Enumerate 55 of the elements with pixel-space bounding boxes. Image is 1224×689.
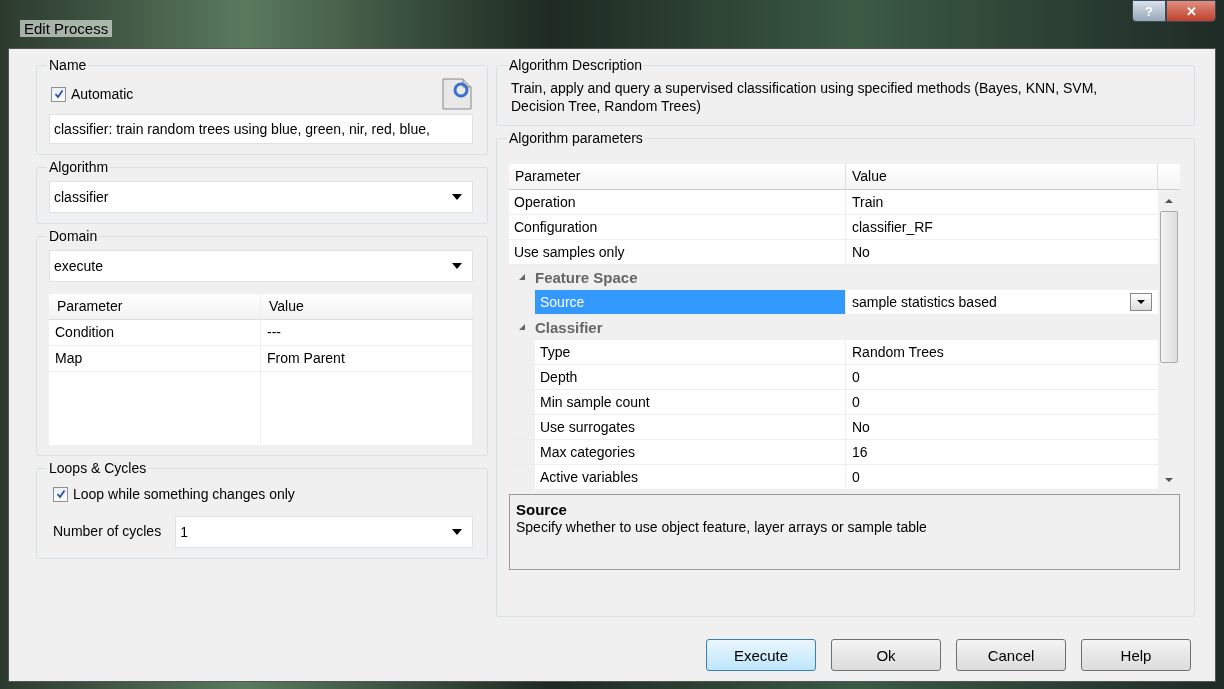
dialog-button[interactable]: Cancel (956, 639, 1066, 671)
column-header[interactable]: Parameter (49, 294, 261, 319)
checkbox-label: Automatic (71, 86, 134, 102)
parameter-name[interactable]: Depth (535, 365, 846, 389)
name-field[interactable]: classifier: train random trees using blue, green, nir, red, blue, (49, 114, 473, 144)
group-label: Algorithm (48, 159, 110, 175)
parameter-value[interactable]: 0 (846, 390, 1158, 414)
group-label: Domain (48, 228, 99, 244)
parameter-value[interactable]: Random Trees (846, 340, 1158, 364)
parameter-name[interactable]: Operation (509, 190, 846, 214)
help-title: Source (516, 501, 568, 518)
field-label: Number of cycles (53, 523, 162, 539)
parameter-value[interactable]: No (846, 240, 1158, 264)
parameter-name[interactable]: Active variables (535, 465, 846, 489)
table-cell: --- (261, 320, 473, 345)
checkbox[interactable] (51, 86, 66, 102)
category-label[interactable]: Classifier (535, 318, 603, 336)
document-refresh-icon[interactable] (441, 77, 473, 111)
parameter-name[interactable]: Use samples only (509, 240, 846, 264)
parameter-value[interactable]: 0 (846, 365, 1158, 389)
parameter-value[interactable]: 16 (846, 440, 1158, 464)
category-label[interactable]: Feature Space (535, 268, 638, 286)
description-text: Train, apply and query a supervised classification using specified methods (Bayes, KNN, SVM, Decision Tree, Random Trees) (511, 79, 1099, 115)
help-text: Specify whether to use object feature, layer arrays or sample table (516, 519, 928, 535)
parameter-value[interactable]: Train (846, 190, 1158, 214)
column-header[interactable]: Value (846, 164, 1158, 189)
group-label: Algorithm Description (508, 57, 644, 73)
parameter-name[interactable]: Configuration (509, 215, 846, 239)
dialog-button[interactable]: Help (1081, 639, 1191, 671)
parameter-name[interactable]: Min sample count (535, 390, 846, 414)
parameter-name[interactable]: Max categories (535, 440, 846, 464)
parameter-name[interactable]: Use surrogates (535, 415, 846, 439)
checkbox[interactable] (53, 486, 68, 502)
domain-dropdown[interactable]: execute (49, 250, 473, 282)
checkbox-label: Loop while something changes only (73, 486, 295, 502)
cycles-dropdown[interactable]: 1 (175, 516, 473, 548)
dropdown-button[interactable] (1130, 293, 1152, 311)
parameter-value[interactable]: No (846, 415, 1158, 439)
group-label: Algorithm parameters (508, 130, 644, 146)
group-label: Loops & Cycles (48, 460, 148, 476)
table-cell: Map (49, 346, 261, 371)
parameter-name[interactable]: Type (535, 340, 846, 364)
dialog-button[interactable]: Execute (706, 639, 816, 671)
close-button[interactable]: ✕ (1166, 0, 1216, 22)
column-header[interactable]: Value (261, 294, 473, 319)
window-title: Edit Process (20, 20, 113, 37)
group-label: Name (48, 57, 88, 73)
parameter-value[interactable]: sample statistics based (846, 290, 1158, 314)
dialog-button[interactable]: Ok (831, 639, 941, 671)
table-cell: From Parent (261, 346, 473, 371)
column-header[interactable]: Parameter (509, 164, 846, 189)
table-cell: Condition (49, 320, 261, 345)
algorithm-dropdown[interactable]: classifier (49, 181, 473, 213)
parameter-value[interactable]: 0 (846, 465, 1158, 489)
parameter-value[interactable]: classifier_RF (846, 215, 1158, 239)
